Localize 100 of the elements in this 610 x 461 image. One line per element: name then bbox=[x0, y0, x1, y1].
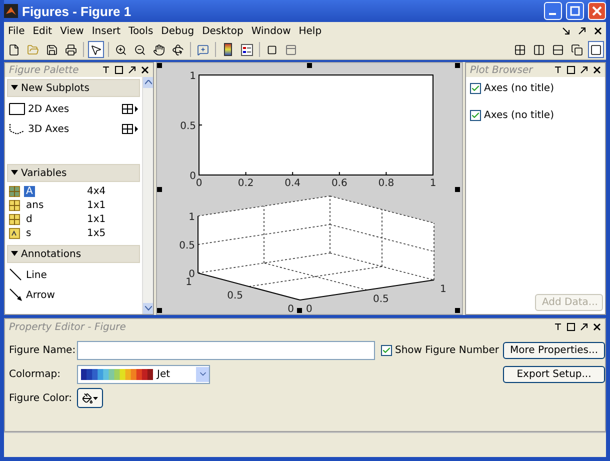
menu-item[interactable]: Edit bbox=[32, 26, 52, 36]
zoom-in-icon bbox=[115, 44, 127, 56]
figure-name-field[interactable] bbox=[77, 340, 375, 360]
colormap-gradient-icon bbox=[81, 368, 153, 380]
undock-icon[interactable] bbox=[578, 27, 586, 35]
legend-icon bbox=[241, 44, 253, 56]
y-tick-label: 0.5 bbox=[180, 121, 196, 132]
new-file-icon bbox=[8, 44, 20, 56]
caret-icon bbox=[93, 396, 98, 400]
undock-icon[interactable] bbox=[580, 66, 588, 74]
maximize-icon[interactable] bbox=[115, 66, 123, 74]
checkbox[interactable] bbox=[470, 83, 481, 94]
more-properties-button[interactable]: More Properties... bbox=[503, 342, 606, 358]
axes-3d-icon bbox=[9, 123, 25, 135]
collapse-triangle-icon bbox=[11, 170, 18, 176]
y-tick-label: 0 bbox=[190, 171, 196, 182]
field-label: Colormap: bbox=[9, 368, 62, 380]
subplot-option[interactable]: 3D Axes bbox=[28, 124, 70, 134]
z-tick-label: 0.5 bbox=[179, 240, 195, 252]
section-header[interactable]: Variables bbox=[7, 164, 140, 182]
selection-handle[interactable] bbox=[297, 308, 302, 313]
checkbox[interactable] bbox=[381, 344, 392, 356]
collapse-triangle-icon bbox=[11, 251, 18, 257]
annotation-option[interactable]: Arrow bbox=[26, 290, 55, 300]
rows-layout-icon bbox=[552, 44, 564, 56]
hand-icon bbox=[153, 44, 165, 56]
panel-title: Property Editor - Figure bbox=[9, 322, 127, 332]
section-header[interactable]: Annotations bbox=[7, 245, 140, 263]
close-icon[interactable] bbox=[593, 66, 601, 74]
menu-item[interactable]: Debug bbox=[161, 26, 194, 36]
colormap-dropdown[interactable]: Jet bbox=[77, 364, 210, 384]
panel-title: Plot Browser bbox=[470, 64, 534, 76]
subplot-option[interactable]: 2D Axes bbox=[28, 104, 70, 114]
printer-icon bbox=[65, 44, 77, 56]
string-variable-icon bbox=[9, 228, 20, 238]
selection-handle[interactable] bbox=[455, 63, 460, 68]
undock-icon[interactable] bbox=[580, 323, 588, 331]
figure-color-button[interactable] bbox=[77, 388, 103, 408]
matrix-variable-icon bbox=[9, 214, 20, 224]
menu-item[interactable]: Window bbox=[251, 26, 291, 36]
colorbar-icon bbox=[224, 43, 232, 56]
menu-item[interactable]: View bbox=[60, 26, 84, 36]
z-tick-label: 1 bbox=[188, 212, 195, 224]
section-title: Variables bbox=[21, 168, 67, 178]
matrix-variable-icon bbox=[9, 200, 20, 210]
scrollbar[interactable] bbox=[142, 77, 153, 314]
section-header[interactable]: New Subplots bbox=[7, 79, 140, 97]
menu-item[interactable]: Insert bbox=[92, 26, 121, 36]
columns-layout-icon bbox=[533, 44, 545, 56]
dock-arrow-icon[interactable] bbox=[562, 27, 570, 35]
selection-handle[interactable] bbox=[157, 308, 162, 313]
maximize-icon bbox=[570, 6, 580, 16]
variable-name[interactable]: ans bbox=[24, 200, 46, 210]
close-icon[interactable] bbox=[594, 27, 602, 35]
x-tick-label: 0 bbox=[306, 304, 312, 314]
maximize-icon[interactable] bbox=[567, 323, 575, 331]
close-icon[interactable] bbox=[593, 323, 601, 331]
panel-title: Figure Palette bbox=[9, 64, 80, 76]
menu-item[interactable]: Tools bbox=[128, 26, 154, 36]
pin-icon[interactable] bbox=[554, 66, 562, 74]
close-icon bbox=[592, 6, 602, 16]
close-icon[interactable] bbox=[141, 66, 149, 74]
selection-handle[interactable] bbox=[157, 187, 162, 192]
rotate-icon bbox=[172, 44, 184, 56]
menu-item[interactable]: File bbox=[8, 26, 25, 36]
x-tick-label: 0 bbox=[196, 178, 202, 189]
variable-name[interactable]: s bbox=[24, 228, 34, 238]
field-label: Figure Name: bbox=[9, 344, 73, 356]
layout-button[interactable] bbox=[588, 41, 604, 58]
variable-name[interactable]: A bbox=[24, 186, 35, 196]
menu-item[interactable]: Help bbox=[298, 26, 322, 36]
checkbox[interactable] bbox=[470, 110, 481, 121]
menu-item[interactable]: Desktop bbox=[202, 26, 244, 36]
x-tick-label: 0.8 bbox=[378, 178, 394, 189]
undock-icon[interactable] bbox=[128, 66, 136, 74]
pin-icon[interactable] bbox=[102, 66, 110, 74]
selection-handle[interactable] bbox=[307, 63, 312, 68]
pin-icon[interactable] bbox=[554, 323, 562, 331]
selection-handle[interactable] bbox=[157, 63, 162, 68]
window-title: Figures - Figure 1 bbox=[22, 4, 132, 18]
section-title: New Subplots bbox=[21, 82, 90, 94]
arrow-icon bbox=[9, 288, 23, 302]
maximize-icon[interactable] bbox=[567, 66, 575, 74]
selection-handle[interactable] bbox=[455, 187, 460, 192]
toolbar-button[interactable] bbox=[88, 41, 104, 58]
selection-handle[interactable] bbox=[455, 308, 460, 313]
scroll-up-icon bbox=[144, 80, 152, 85]
close-button[interactable] bbox=[588, 2, 606, 20]
layout-grid-icon bbox=[122, 124, 138, 134]
export-setup-button[interactable]: Export Setup... bbox=[503, 366, 606, 382]
checkbox-label: Show Figure Number bbox=[395, 344, 500, 356]
variable-name[interactable]: d bbox=[24, 214, 34, 224]
annotation-option[interactable]: Line bbox=[26, 270, 47, 280]
zoom-out-icon bbox=[134, 44, 146, 56]
minimize-button[interactable] bbox=[544, 2, 562, 20]
axes-2d-icon bbox=[9, 103, 25, 115]
x-tick-label: 1 bbox=[440, 284, 446, 296]
maximize-button[interactable] bbox=[566, 2, 584, 20]
variable-size: 1x1 bbox=[87, 214, 107, 224]
y-tick-label: 0.5 bbox=[227, 290, 243, 302]
